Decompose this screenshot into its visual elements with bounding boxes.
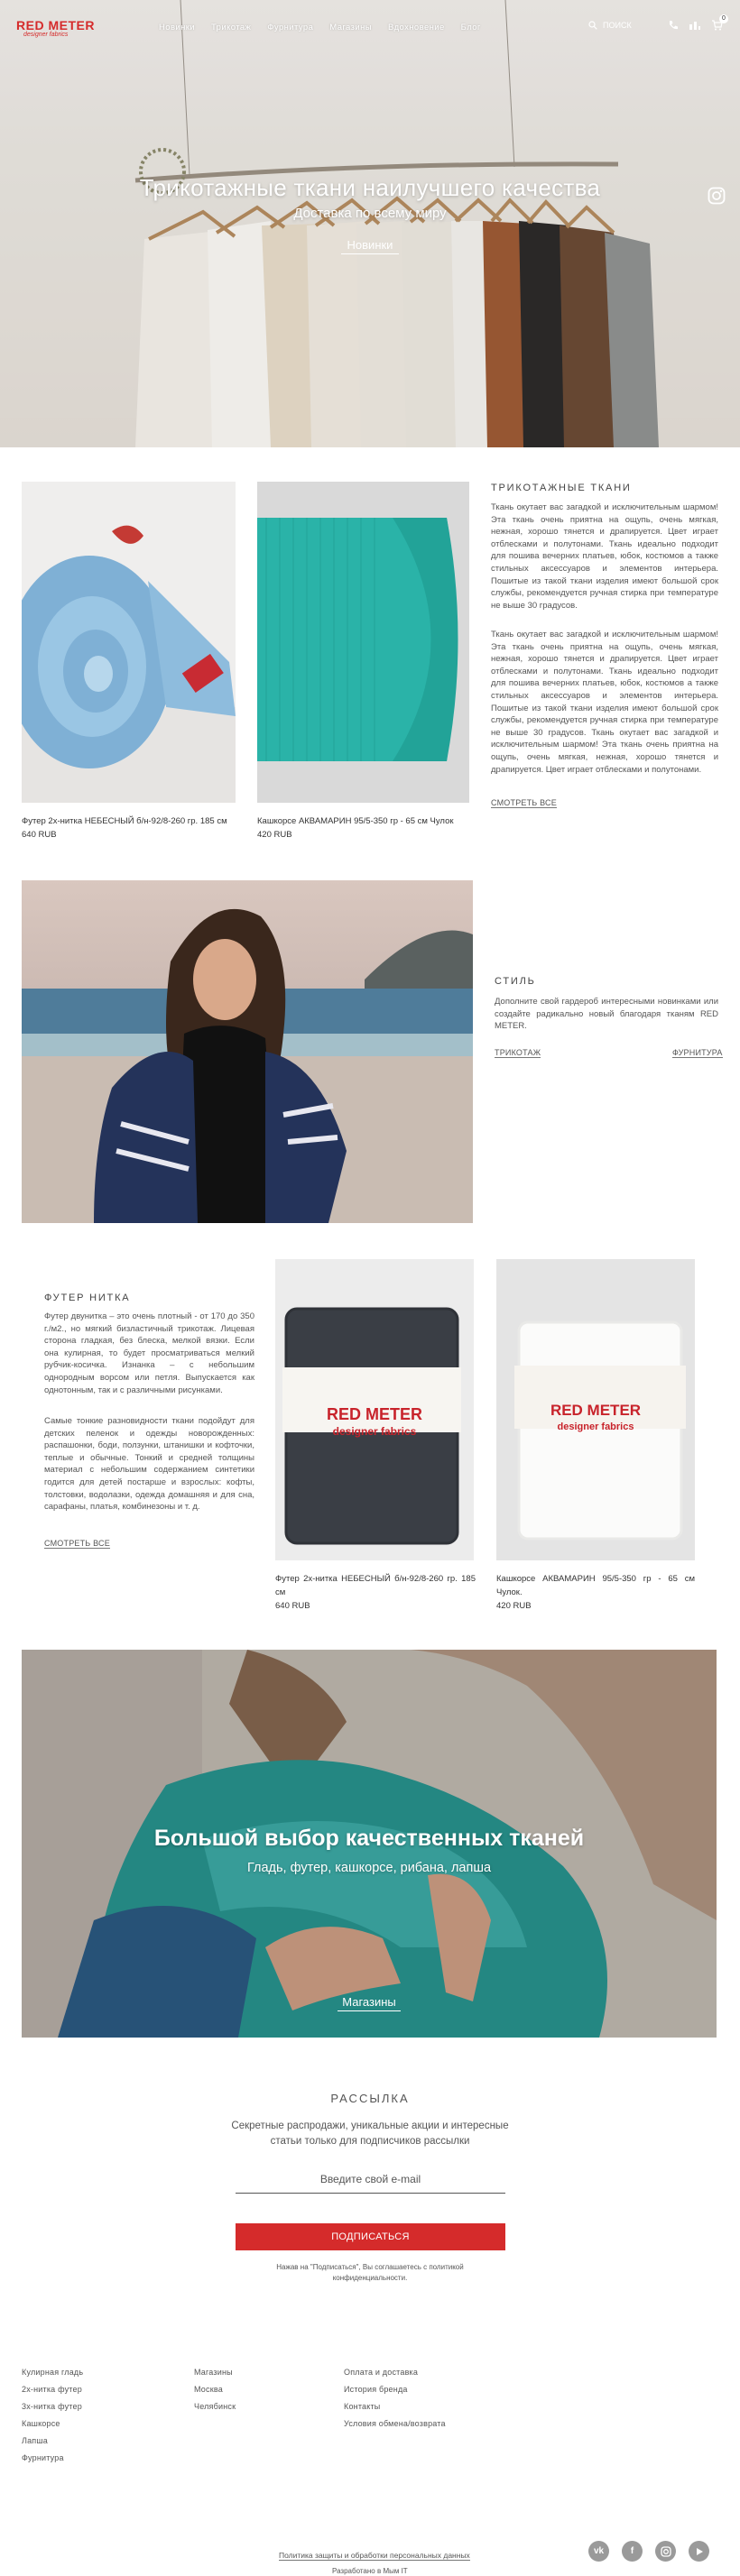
- view-all-link-2[interactable]: СМОТРЕТЬ ВСЕ: [44, 1539, 110, 1549]
- footer-thread-heading: ФУТЕР НИТКА: [44, 1293, 131, 1303]
- youtube-icon[interactable]: [689, 2541, 709, 2562]
- footer-link[interactable]: История бренда: [344, 2385, 446, 2402]
- nav-item-new[interactable]: Новинки: [159, 23, 195, 32]
- vk-icon[interactable]: vk: [588, 2541, 609, 2562]
- compare-icon[interactable]: [689, 20, 701, 31]
- footer-link[interactable]: Оплата и доставка: [344, 2368, 446, 2385]
- label-3-brand: RED METER: [326, 1405, 422, 1423]
- product-4-name[interactable]: Кашкорсе АКВАМАРИН 95/5-350 гр - 65 см Ч…: [496, 1572, 695, 1599]
- view-all-link-1[interactable]: СМОТРЕТЬ ВСЕ: [491, 798, 557, 808]
- hero-subtitle: Доставка по всему миру: [293, 206, 447, 221]
- footer-col-info: Оплата и доставка История бренда Контакт…: [344, 2368, 446, 2436]
- product-3-name[interactable]: Футер 2х-нитка НЕБЕСНЫЙ б/н-92/8-260 гр.…: [275, 1572, 476, 1599]
- product-2-price: 420 RUB: [257, 830, 292, 840]
- hero-banner: RED METER designer fabrics Новинки Трико…: [0, 0, 740, 447]
- knitwear-link[interactable]: ТРИКОТАЖ: [495, 1048, 541, 1058]
- footer-thread-text-1: Футер двунитка – это очень плотный - от …: [44, 1311, 254, 1395]
- newsletter-text: Секретные распродажи, уникальные акции и…: [231, 2121, 509, 2147]
- footer-link[interactable]: Кулирная гладь: [22, 2368, 83, 2385]
- instagram-icon[interactable]: [708, 187, 726, 205]
- banner-subtitle: Гладь, футер, кашкорсе, рибана, лапша: [246, 1861, 492, 1875]
- main-nav: Новинки Трикотаж Фурнитура Магазины Вдох…: [159, 23, 481, 32]
- logo-sub-text: designer fabrics: [23, 32, 69, 38]
- hardware-link[interactable]: ФУРНИТУРА: [672, 1048, 723, 1058]
- footer-link[interactable]: Условия обмена/возврата: [344, 2419, 446, 2436]
- footer-link[interactable]: 2х-нитка футер: [22, 2385, 83, 2402]
- knit-fabrics-text-2: Ткань окутает вас загадкой и исключитель…: [491, 630, 718, 775]
- logo-main-text: RED METER: [16, 18, 95, 32]
- product-2-name[interactable]: Кашкорсе АКВАМАРИН 95/5-350 гр - 65 см Ч…: [257, 814, 474, 828]
- instagram-footer-icon[interactable]: [655, 2541, 676, 2562]
- developer-credit: Разработано в Мым IT: [332, 2567, 408, 2575]
- search-box[interactable]: ПОИСК: [588, 21, 632, 30]
- newsletter-privacy-note: Нажав на "Подписаться", Вы соглашаетесь …: [276, 2263, 464, 2282]
- footer-link[interactable]: Магазины: [194, 2368, 236, 2385]
- hero-new-button[interactable]: Новинки: [341, 238, 399, 254]
- privacy-policy-link[interactable]: Политика защиты и обработки персональных…: [279, 2551, 470, 2561]
- product-3-caption: Футер 2х-нитка НЕБЕСНЫЙ б/н-92/8-260 гр.…: [275, 1572, 476, 1613]
- footer-link[interactable]: 3х-нитка футер: [22, 2402, 83, 2419]
- nav-item-blog[interactable]: Блог: [461, 23, 481, 32]
- product-image-1[interactable]: [22, 482, 236, 803]
- newsletter-heading: РАССЫЛКА: [330, 2092, 410, 2105]
- header-icons: 0: [668, 14, 728, 31]
- nav-item-inspiration[interactable]: Вдохновение: [388, 23, 445, 32]
- label-4-brand: RED METER: [550, 1402, 642, 1419]
- style-woman-beach-image: [22, 880, 473, 1223]
- site-logo[interactable]: RED METER designer fabrics: [16, 18, 95, 38]
- email-field[interactable]: [236, 2165, 505, 2194]
- banner-stores-button[interactable]: Магазины: [338, 1995, 401, 2011]
- footer-col-catalog: Кулирная гладь 2х-нитка футер 3х-нитка ф…: [22, 2368, 83, 2470]
- nav-item-hardware[interactable]: Фурнитура: [267, 23, 313, 32]
- hero-title: Трикотажные ткани наилучшего качества: [139, 174, 601, 201]
- product-4-caption: Кашкорсе АКВАМАРИН 95/5-350 гр - 65 см Ч…: [496, 1572, 695, 1613]
- product-image-4[interactable]: RED METER designer fabrics: [496, 1259, 695, 1560]
- footer-link[interactable]: Контакты: [344, 2402, 446, 2419]
- footer-col-stores: Магазины Москва Челябинск: [194, 2368, 236, 2419]
- hero-clothes-image: [0, 0, 740, 447]
- knit-fabrics-heading: ТРИКОТАЖНЫЕ ТКАНИ: [491, 483, 632, 493]
- cart-button[interactable]: 0: [711, 14, 728, 31]
- product-1-name[interactable]: Футер 2х-нитка НЕБЕСНЫЙ б/н-92/8-260 гр.…: [22, 814, 238, 828]
- product-2-caption: Кашкорсе АКВАМАРИН 95/5-350 гр - 65 см Ч…: [257, 814, 474, 842]
- style-heading: СТИЛЬ: [495, 976, 536, 987]
- product-4-price: 420 RUB: [496, 1601, 532, 1611]
- footer-link[interactable]: Лапша: [22, 2436, 83, 2453]
- product-image-3[interactable]: RED METER designer fabrics: [275, 1259, 474, 1560]
- search-placeholder: ПОИСК: [603, 21, 632, 30]
- cart-count-badge: 0: [719, 14, 728, 23]
- footer-link[interactable]: Кашкорсе: [22, 2419, 83, 2436]
- product-image-2[interactable]: [257, 482, 469, 803]
- phone-icon[interactable]: [668, 20, 679, 31]
- facebook-icon[interactable]: f: [622, 2541, 643, 2562]
- footer-link[interactable]: Фурнитура: [22, 2453, 83, 2470]
- nav-item-knitwear[interactable]: Трикотаж: [211, 23, 251, 32]
- nav-item-stores[interactable]: Магазины: [329, 23, 372, 32]
- fabric-teal-ribbed-image: [257, 482, 469, 803]
- fabric-roll-blue-image: [22, 482, 236, 803]
- fabrics-banner: Большой выбор качественных тканей Гладь,…: [22, 1650, 717, 2038]
- social-links: vk f: [588, 2541, 709, 2562]
- label-3-sub: designer fabrics: [332, 1425, 417, 1438]
- footer-thread-text-2: Самые тонкие разновидности ткани подойду…: [44, 1416, 254, 1513]
- knit-fabrics-text-1: Ткань окутает вас загадкой и исключитель…: [491, 502, 718, 611]
- label-4-sub: designer fabrics: [557, 1421, 634, 1432]
- style-text: Дополните свой гардероб интересными нови…: [495, 997, 718, 1032]
- footer-link[interactable]: Челябинск: [194, 2402, 236, 2419]
- product-3-price: 640 RUB: [275, 1601, 310, 1611]
- product-1-caption: Футер 2х-нитка НЕБЕСНЫЙ б/н-92/8-260 гр.…: [22, 814, 238, 842]
- footer-link[interactable]: Москва: [194, 2385, 236, 2402]
- woman-beach-photo: [22, 880, 473, 1223]
- banner-title: Большой выбор качественных тканей: [153, 1826, 585, 1851]
- search-icon: [588, 21, 597, 30]
- subscribe-button[interactable]: ПОДПИСАТЬСЯ: [236, 2223, 505, 2250]
- product-1-price: 640 RUB: [22, 830, 57, 840]
